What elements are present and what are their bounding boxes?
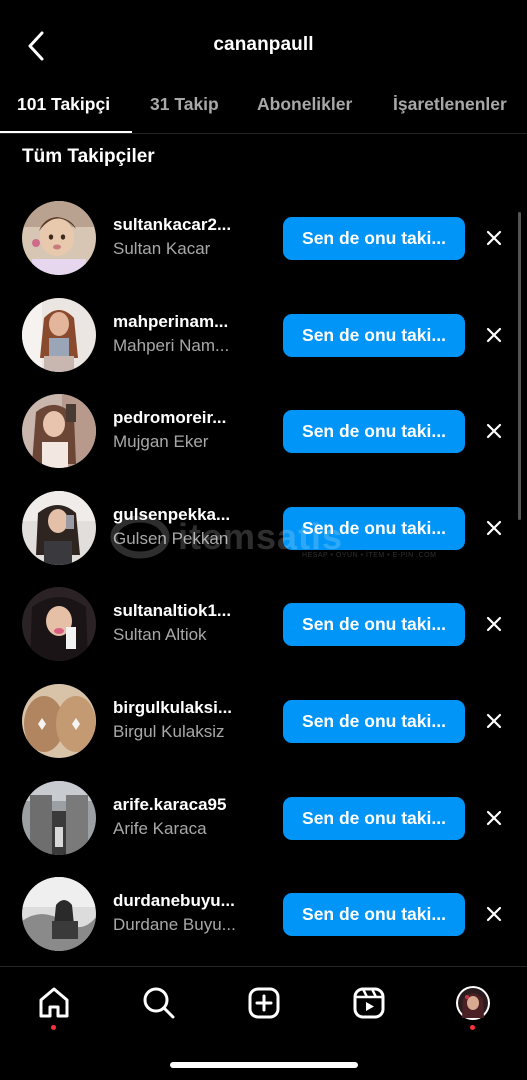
list-item[interactable]: pedromoreir... Mujgan Eker Sen de onu ta… [0,383,527,480]
remove-follower-button[interactable] [482,516,506,540]
create-icon [248,987,280,1019]
home-icon [39,987,69,1018]
section-title: Tüm Takipçiler [22,146,155,167]
avatar[interactable] [22,877,96,952]
list-item[interactable]: sultanaltiok1... Sultan Altiok Sen de on… [0,576,527,673]
active-tab-indicator [0,131,132,133]
notification-dot [51,1025,56,1030]
tab-followers[interactable]: 101 Takipçi [17,94,110,115]
username[interactable]: mahperinam... [113,311,263,333]
close-icon [486,327,502,342]
avatar[interactable] [22,201,96,275]
close-icon [486,424,502,439]
close-icon [486,713,502,729]
avatar[interactable] [22,490,96,565]
remove-follower-button[interactable] [482,612,506,636]
list-item[interactable]: sultankacar2... Sultan Kacar Sen de onu … [0,190,527,287]
full-name: Mujgan Eker [113,432,209,452]
username[interactable]: pedromoreir... [113,407,263,429]
follow-back-button[interactable]: Sen de onu taki... [283,313,465,357]
search-icon [143,987,175,1019]
profile-avatar [456,986,490,1020]
list-item[interactable]: gulsenpekka... Gulsen Pekkan Sen de onu … [0,480,527,577]
nav-create[interactable] [246,985,282,1021]
list-item[interactable]: mahperinam... Mahperi Nam... Sen de onu … [0,287,527,384]
avatar[interactable] [22,587,96,662]
follow-back-button[interactable]: Sen de onu taki... [283,506,465,550]
avatar[interactable] [22,683,96,758]
username[interactable]: durdanebuyu... [113,890,263,912]
list-item[interactable]: birgulkulaksi... Birgul Kulaksiz Sen de … [0,673,527,770]
username[interactable]: sultanaltiok1... [113,600,263,622]
close-icon [486,907,502,922]
remove-follower-button[interactable] [482,419,506,443]
follow-back-button[interactable]: Sen de onu taki... [283,410,465,454]
full-name: Sultan Altiok [113,625,207,645]
follow-back-button[interactable]: Sen de onu taki... [283,893,465,937]
nav-home[interactable] [36,985,72,1021]
close-icon [486,230,502,246]
close-icon [486,520,502,535]
nav-reels[interactable] [351,985,387,1021]
remove-follower-button[interactable] [482,226,506,250]
remove-follower-button[interactable] [482,323,506,347]
nav-search[interactable] [141,985,177,1021]
nav-profile[interactable] [455,985,491,1021]
notification-dot [470,1025,475,1030]
profile-username-title: cananpaull [213,34,314,55]
username[interactable]: birgulkulaksi... [113,697,263,719]
avatar[interactable] [22,394,96,469]
followers-list[interactable]: sultankacar2... Sultan Kacar Sen de onu … [0,190,527,963]
username[interactable]: gulsenpekka... [113,504,263,526]
full-name: Birgul Kulaksiz [113,721,225,741]
follow-back-button[interactable]: Sen de onu taki... [283,699,465,743]
remove-follower-button[interactable] [482,806,506,830]
close-icon [486,810,502,825]
avatar[interactable] [22,780,96,855]
remove-follower-button[interactable] [482,902,506,926]
follow-back-button[interactable]: Sen de onu taki... [283,603,465,647]
full-name: Mahperi Nam... [113,335,230,355]
list-item[interactable]: arife.karaca95 Arife Karaca Sen de onu t… [0,770,527,867]
full-name: Gulsen Pekkan [113,528,229,548]
follow-back-button[interactable]: Sen de onu taki... [283,217,465,260]
follow-back-button[interactable]: Sen de onu taki... [283,796,465,840]
tab-tagged[interactable]: İşaretlenenler [393,94,507,115]
header: cananpaull [0,0,527,92]
reels-icon [353,987,385,1019]
full-name: Durdane Buyu... [113,915,236,935]
username[interactable]: sultankacar2... [113,214,263,236]
home-indicator[interactable] [170,1062,358,1068]
tab-following[interactable]: 31 Takip [150,94,219,115]
full-name: Sultan Kacar [113,239,211,258]
tab-subscriptions[interactable]: Abonelikler [257,94,352,115]
follow-tabs: 101 Takipçi 31 Takip Abonelikler İşaretl… [0,84,527,134]
username[interactable]: arife.karaca95 [113,794,263,816]
full-name: Arife Karaca [113,818,207,838]
avatar[interactable] [22,297,96,372]
remove-follower-button[interactable] [482,709,506,733]
list-item[interactable]: durdanebuyu... Durdane Buyu... Sen de on… [0,866,527,963]
scrollbar[interactable] [518,212,521,520]
close-icon [486,617,502,632]
